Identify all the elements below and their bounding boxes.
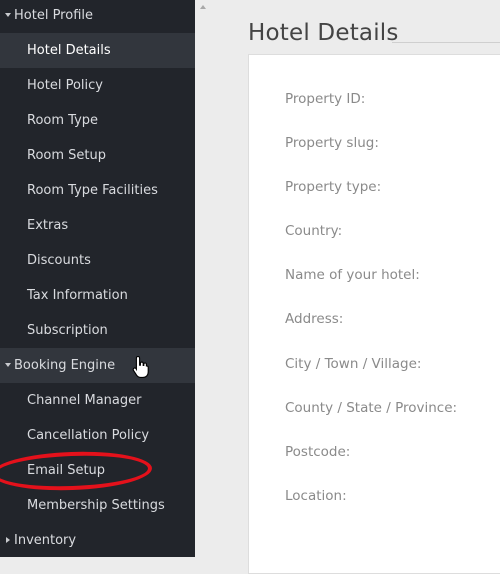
field-label-country: Country:	[285, 223, 343, 239]
caret-down-icon	[5, 363, 11, 367]
title-divider	[392, 42, 500, 43]
caret-down-icon	[5, 13, 11, 17]
sidebar-item-label: Hotel Details	[27, 43, 111, 58]
sidebar: Hotel Profile Hotel Details Hotel Policy…	[0, 0, 195, 557]
field-label-property-slug: Property slug:	[285, 135, 379, 151]
sidebar-item-subscription[interactable]: Subscription	[0, 313, 195, 348]
field-label-city: City / Town / Village:	[285, 356, 422, 372]
sidebar-item-hotel-policy[interactable]: Hotel Policy	[0, 68, 195, 103]
sidebar-item-label: Channel Manager	[27, 393, 142, 408]
sidebar-item-tax-information[interactable]: Tax Information	[0, 278, 195, 313]
scroll-up-arrow-icon[interactable]	[200, 5, 206, 9]
field-label-county: County / State / Province:	[285, 400, 458, 416]
sidebar-item-room-type[interactable]: Room Type	[0, 103, 195, 138]
sidebar-item-channel-manager[interactable]: Channel Manager	[0, 383, 195, 418]
sidebar-section-label: Hotel Profile	[14, 8, 93, 23]
sidebar-item-room-setup[interactable]: Room Setup	[0, 138, 195, 173]
sidebar-item-label: Membership Settings	[27, 498, 165, 513]
sidebar-section-inventory[interactable]: Inventory	[0, 523, 195, 558]
sidebar-item-label: Room Type	[27, 113, 99, 128]
sidebar-item-label: Cancellation Policy	[27, 428, 150, 443]
field-label-postcode: Postcode:	[285, 444, 351, 460]
sidebar-section-hotel-profile[interactable]: Hotel Profile	[0, 0, 195, 33]
sidebar-section-label: Booking Engine	[14, 358, 116, 373]
sidebar-item-extras[interactable]: Extras	[0, 208, 195, 243]
sidebar-item-label: Extras	[27, 218, 69, 233]
sidebar-item-room-type-facilities[interactable]: Room Type Facilities	[0, 173, 195, 208]
caret-right-icon	[6, 537, 10, 543]
sidebar-item-hotel-details[interactable]: Hotel Details	[0, 33, 195, 68]
sidebar-item-label: Hotel Policy	[27, 78, 103, 93]
sidebar-item-label: Tax Information	[27, 288, 128, 303]
hand-cursor-icon	[132, 355, 149, 378]
sidebar-item-label: Subscription	[27, 323, 108, 338]
sidebar-item-label: Discounts	[27, 253, 91, 268]
sidebar-item-label: Room Type Facilities	[27, 183, 158, 198]
sidebar-item-cancellation-policy[interactable]: Cancellation Policy	[0, 418, 195, 453]
field-label-hotel-name: Name of your hotel:	[285, 267, 420, 283]
scrollbar-track[interactable]	[195, 0, 211, 557]
page-title: Hotel Details	[248, 20, 399, 46]
field-label-property-type: Property type:	[285, 179, 382, 195]
sidebar-section-label: Inventory	[14, 533, 77, 548]
sidebar-item-label: Room Setup	[27, 148, 106, 163]
field-label-address: Address:	[285, 311, 344, 327]
field-label-location: Location:	[285, 488, 347, 504]
field-label-property-id: Property ID:	[285, 91, 366, 107]
sidebar-section-booking-engine[interactable]: Booking Engine	[0, 348, 195, 383]
sidebar-item-discounts[interactable]: Discounts	[0, 243, 195, 278]
sidebar-item-membership-settings[interactable]: Membership Settings	[0, 488, 195, 523]
